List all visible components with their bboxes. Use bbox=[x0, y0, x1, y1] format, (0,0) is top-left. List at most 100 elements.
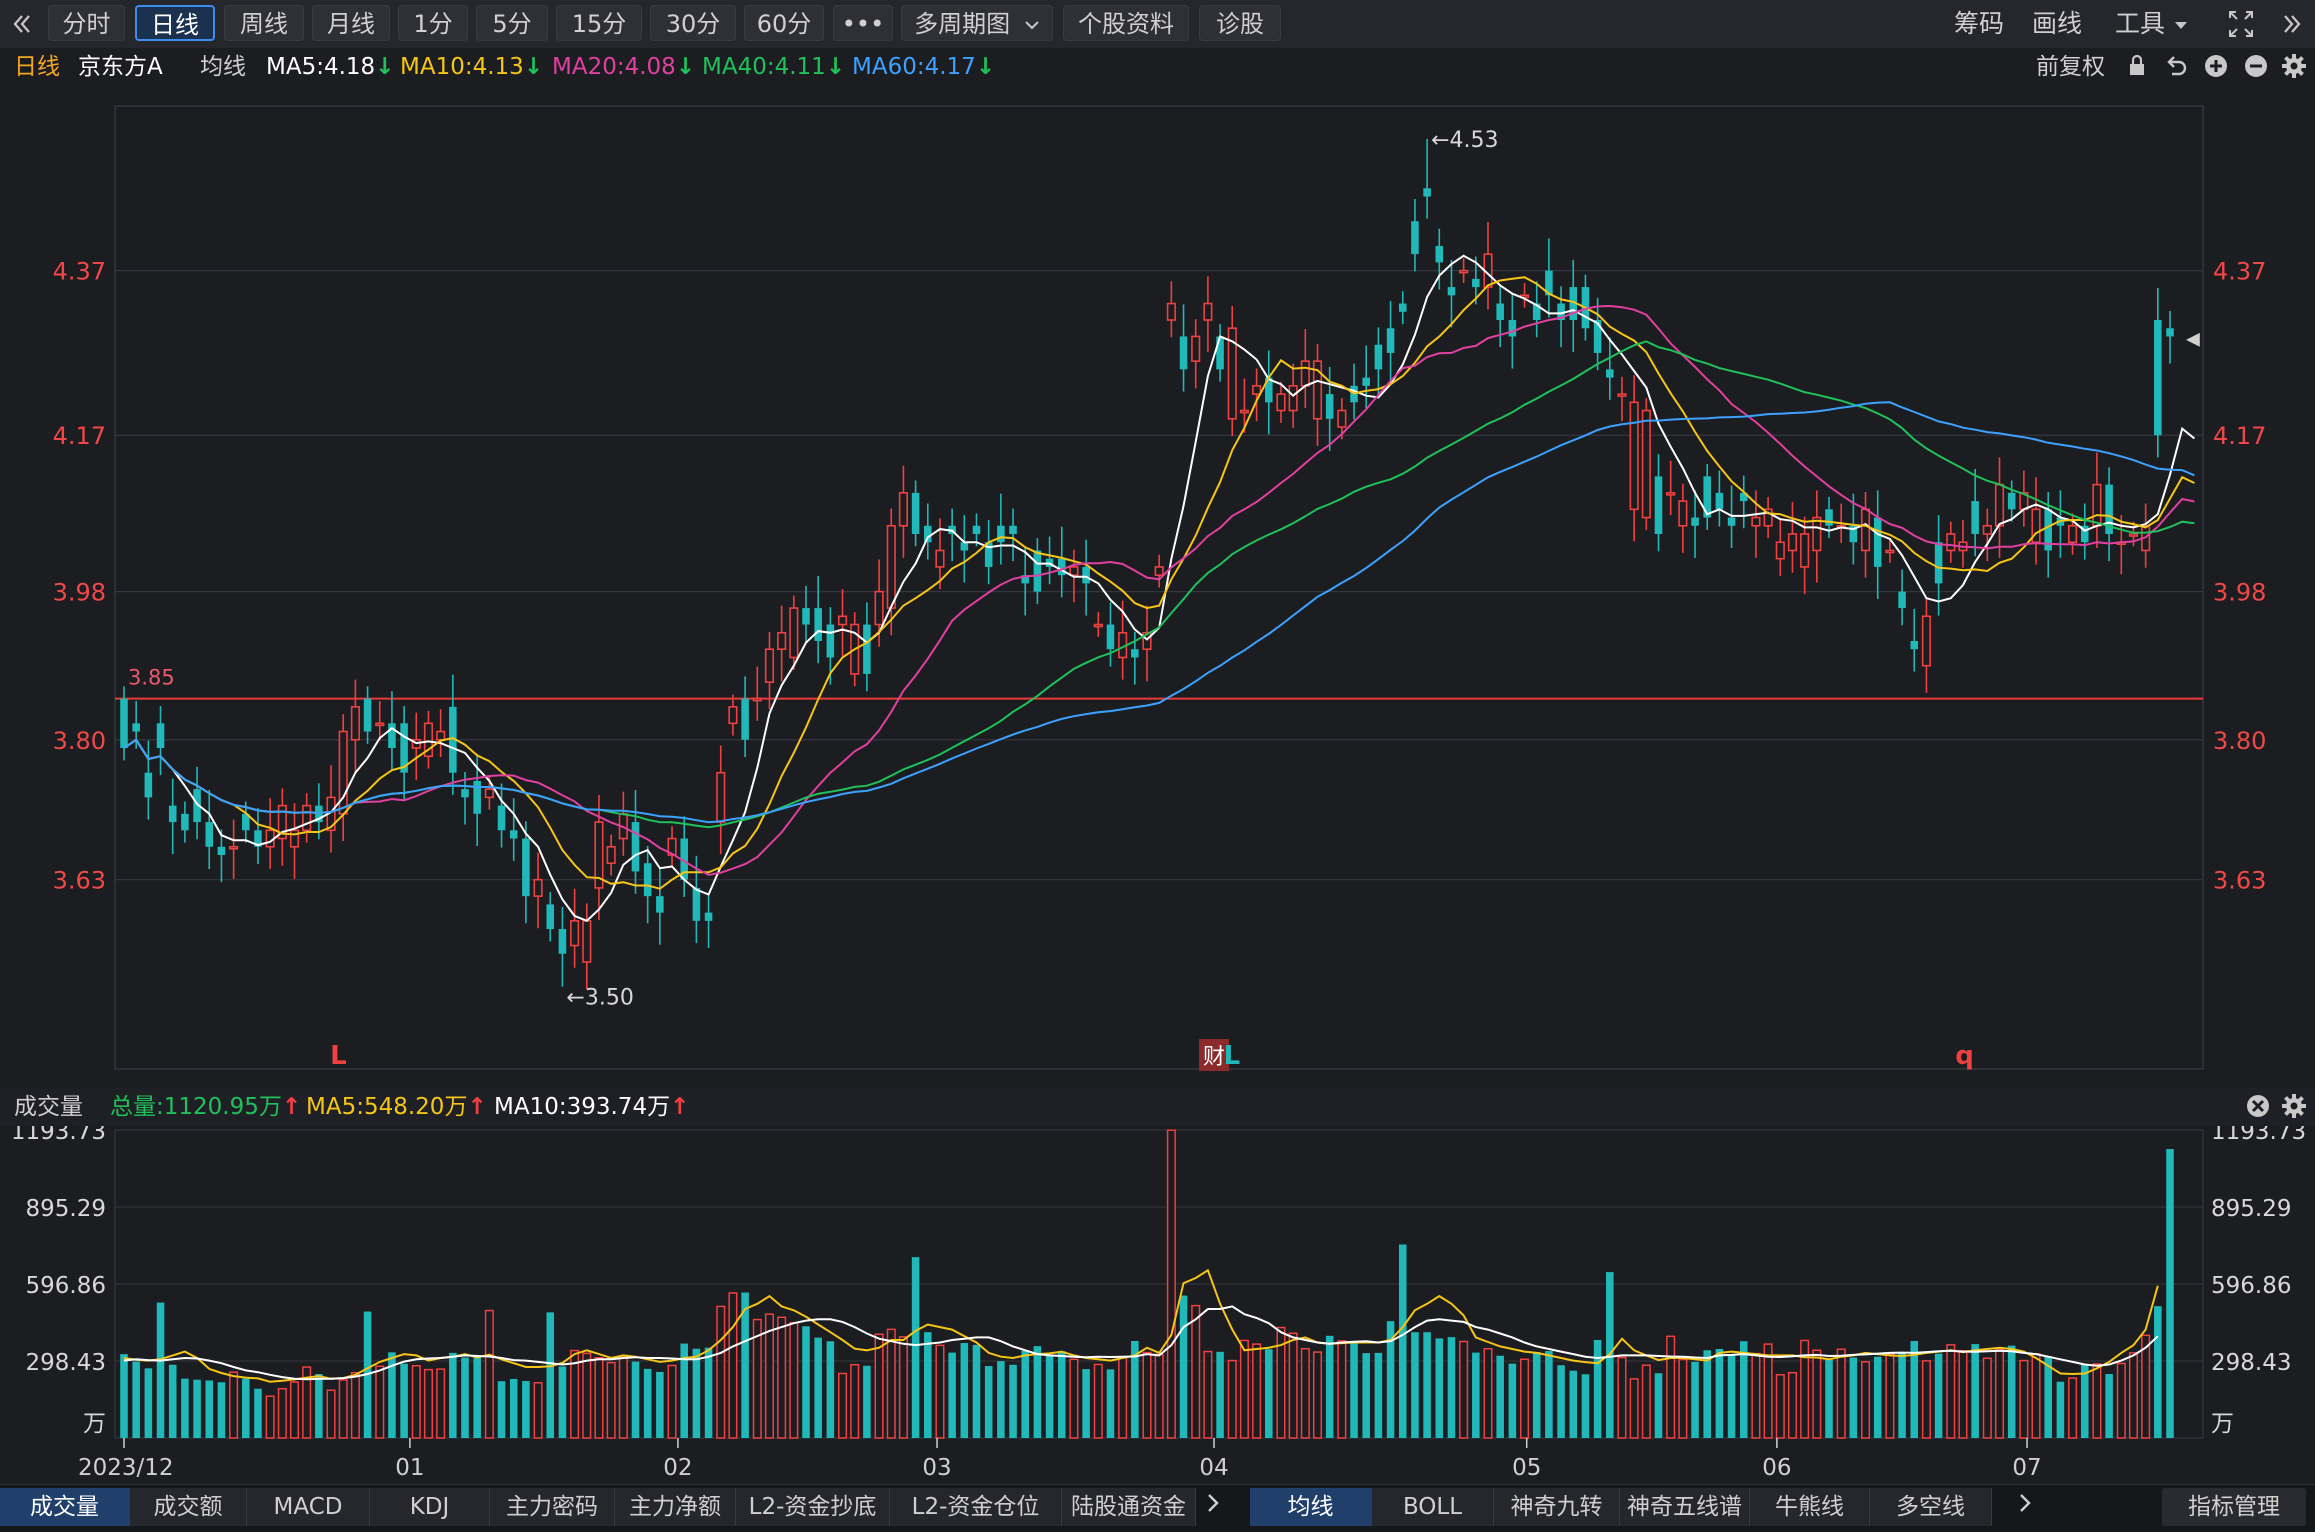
volume-bar[interactable] bbox=[1849, 1357, 1858, 1438]
volume-bar[interactable] bbox=[826, 1341, 835, 1438]
volume-bar[interactable] bbox=[1898, 1352, 1906, 1438]
candle[interactable] bbox=[984, 520, 993, 585]
candle[interactable] bbox=[837, 589, 848, 657]
candle[interactable] bbox=[570, 888, 580, 968]
volume-bar[interactable] bbox=[193, 1379, 201, 1438]
candle[interactable] bbox=[254, 808, 262, 865]
volume-bar[interactable] bbox=[1508, 1363, 1517, 1438]
zoom-out-icon[interactable] bbox=[2242, 52, 2270, 88]
volume-bar[interactable] bbox=[156, 1302, 165, 1438]
right-tabs-next-icon[interactable] bbox=[2010, 1488, 2040, 1526]
volume-bar[interactable] bbox=[863, 1365, 871, 1438]
volume-bar[interactable] bbox=[997, 1361, 1005, 1438]
candle[interactable] bbox=[2056, 490, 2065, 558]
volume-bar[interactable] bbox=[1691, 1361, 1699, 1438]
indicator-tab-0[interactable]: 成交量 bbox=[0, 1488, 130, 1526]
volume-bar[interactable] bbox=[436, 1368, 446, 1439]
volume-bar[interactable] bbox=[777, 1316, 787, 1439]
indicator-manager-button[interactable]: 指标管理 bbox=[2162, 1488, 2306, 1526]
candle[interactable] bbox=[606, 834, 616, 876]
candle[interactable] bbox=[1216, 324, 1224, 382]
volume-bar[interactable] bbox=[1300, 1347, 1310, 1439]
candle[interactable] bbox=[205, 789, 214, 869]
candle[interactable] bbox=[1617, 376, 1627, 422]
volume-bar[interactable] bbox=[1569, 1370, 1578, 1438]
candle[interactable] bbox=[1606, 337, 1614, 400]
candle[interactable] bbox=[1654, 454, 1663, 552]
candle[interactable] bbox=[558, 906, 567, 987]
volume-bar[interactable] bbox=[850, 1363, 860, 1439]
volume-chart[interactable]: 1193.73 1193.73 895.29 895.29 596.86 596.86 29… bbox=[0, 1126, 2315, 1484]
overlay-tab-2[interactable]: 神奇九转 bbox=[1494, 1488, 1620, 1526]
candle[interactable] bbox=[1812, 490, 1822, 583]
volume-bar[interactable] bbox=[1191, 1304, 1201, 1439]
indicator-tab-5[interactable]: 主力净额 bbox=[615, 1488, 736, 1526]
candle[interactable] bbox=[1166, 281, 1176, 338]
volume-bar[interactable] bbox=[546, 1312, 555, 1438]
volume-bar[interactable] bbox=[181, 1378, 189, 1438]
volume-bar[interactable] bbox=[1033, 1346, 1042, 1438]
volume-bar[interactable] bbox=[1654, 1373, 1663, 1438]
candle[interactable] bbox=[1763, 496, 1773, 539]
period-tab-5[interactable]: 5分 bbox=[476, 5, 548, 41]
candle[interactable] bbox=[1496, 286, 1504, 348]
candle[interactable] bbox=[1033, 538, 1042, 604]
volume-bar[interactable] bbox=[1142, 1351, 1152, 1439]
indicator-tab-7[interactable]: L2-资金仓位 bbox=[890, 1488, 1062, 1526]
candle[interactable] bbox=[533, 852, 543, 929]
candle[interactable] bbox=[1203, 276, 1213, 353]
volume-bar[interactable] bbox=[217, 1382, 226, 1438]
candle[interactable] bbox=[277, 788, 287, 866]
volume-bar[interactable] bbox=[984, 1366, 993, 1438]
candle[interactable] bbox=[1982, 508, 1992, 562]
volume-bar[interactable] bbox=[1009, 1364, 1017, 1438]
candle[interactable] bbox=[217, 829, 226, 883]
volume-bar[interactable] bbox=[1118, 1357, 1128, 1439]
volume-bar[interactable] bbox=[338, 1379, 348, 1439]
volume-bar[interactable] bbox=[1227, 1359, 1237, 1439]
volume-bar[interactable] bbox=[144, 1368, 153, 1438]
candle[interactable] bbox=[752, 666, 762, 721]
volume-bar[interactable] bbox=[558, 1366, 567, 1438]
candle[interactable] bbox=[1362, 345, 1370, 409]
candle[interactable] bbox=[2116, 515, 2126, 575]
forward-icon[interactable] bbox=[2280, 6, 2304, 42]
candle[interactable] bbox=[1593, 297, 1602, 371]
volume-bar[interactable] bbox=[656, 1371, 664, 1438]
candle[interactable] bbox=[1971, 468, 1979, 557]
volume-bar[interactable] bbox=[1093, 1363, 1103, 1439]
volume-bar[interactable] bbox=[1751, 1352, 1761, 1439]
candle[interactable] bbox=[1946, 521, 1956, 563]
candle[interactable] bbox=[1666, 460, 1676, 516]
candle[interactable] bbox=[716, 745, 726, 855]
volume-bar[interactable] bbox=[289, 1381, 300, 1439]
candle[interactable] bbox=[1386, 301, 1395, 386]
volume-bar[interactable] bbox=[1593, 1339, 1602, 1438]
volume-bar[interactable] bbox=[533, 1382, 543, 1439]
more-periods-button[interactable]: ••• bbox=[833, 5, 893, 41]
overlay-tab-4[interactable]: 牛熊线 bbox=[1750, 1488, 1870, 1526]
candle[interactable] bbox=[2031, 477, 2041, 565]
candle[interactable] bbox=[1739, 475, 1748, 529]
candle[interactable] bbox=[680, 816, 688, 897]
candle[interactable] bbox=[814, 575, 822, 664]
volume-bar[interactable] bbox=[1787, 1371, 1797, 1439]
indicator-tab-6[interactable]: L2-资金抄底 bbox=[736, 1488, 890, 1526]
volume-bar[interactable] bbox=[1982, 1357, 1992, 1439]
adjust-mode-button[interactable]: 前复权 bbox=[2036, 52, 2105, 82]
volume-bar[interactable] bbox=[1994, 1348, 2005, 1439]
volume-bar[interactable] bbox=[972, 1344, 981, 1438]
candle[interactable] bbox=[1775, 520, 1785, 576]
volume-bar[interactable] bbox=[814, 1337, 822, 1438]
period-tab-3[interactable]: 月线 bbox=[312, 5, 390, 41]
volume-bar[interactable] bbox=[509, 1378, 518, 1438]
candle[interactable] bbox=[924, 503, 932, 560]
period-tab-7[interactable]: 30分 bbox=[650, 5, 736, 41]
earnings-marker[interactable]: 财 bbox=[1203, 1045, 1225, 1070]
volume-bar[interactable] bbox=[692, 1348, 701, 1438]
candle[interactable] bbox=[1545, 238, 1553, 318]
candle[interactable] bbox=[1191, 319, 1201, 389]
period-tab-1[interactable]: 日线 bbox=[135, 5, 215, 41]
volume-bar[interactable] bbox=[716, 1305, 726, 1439]
volume-bar[interactable] bbox=[400, 1363, 408, 1438]
